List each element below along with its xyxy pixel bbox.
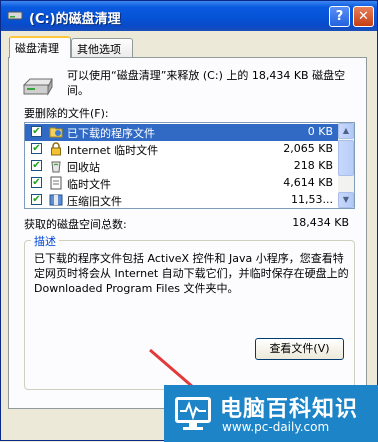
file-name: Internet 临时文件 [67,144,159,157]
checkbox[interactable]: ✔ [31,160,42,171]
list-scrollbar[interactable]: ▲ ▼ [338,123,354,208]
hard-drive-icon [22,78,53,96]
compress-icon [49,194,63,206]
view-files-button[interactable]: 查看文件(V) [255,338,344,360]
file-name: 临时文件 [67,178,111,191]
lock-icon [51,142,61,156]
checkbox[interactable]: ✔ [31,194,42,205]
description-text: 已下载的程序文件包括 ActiveX 控件和 Java 小程序，您查看特定网页时… [34,252,349,295]
help-button[interactable]: ? [329,6,350,27]
list-item[interactable]: ✔ 临时文件 4,614 KB [25,175,339,192]
file-size: 2,065 KB [283,142,333,155]
watermark-banner: 电脑百科知识 www.pc-daily.com [164,385,378,442]
checkbox[interactable]: ✔ [31,126,42,137]
files-listbox[interactable]: ✔ 已下载的程序文件 0 KB ✔ Internet 临时文件 2,065 KB… [24,122,355,209]
description-title: 描述 [31,233,59,249]
file-size: 218 KB [293,159,333,172]
scroll-thumb[interactable] [338,140,354,176]
title-bar[interactable]: (C:)的磁盘清理 ? ✕ [1,1,377,31]
checkbox[interactable]: ✔ [31,143,42,154]
files-to-delete-label: 要删除的文件(F): [24,107,109,120]
folder-icon [49,127,63,138]
file-name: 回收站 [67,161,100,174]
list-item[interactable]: ✔ 压缩旧文件 11,53... [25,192,339,208]
total-space-label: 获取的磁盘空间总数: [24,218,127,231]
total-space-value: 18,434 KB [292,216,349,229]
file-size: 11,53... [291,193,333,206]
close-button[interactable]: ✕ [353,6,374,27]
window-title: (C:)的磁盘清理 [29,12,121,27]
file-name: 压缩旧文件 [67,195,122,208]
watermark-url: www.pc-daily.com [222,420,330,434]
document-icon [50,176,62,190]
watermark-title: 电脑百科知识 [220,397,359,422]
disk-cleanup-window: (C:)的磁盘清理 ? ✕ 磁盘清理 其他选项 可以使用“磁盘清理”来释放 (C… [0,0,378,442]
scroll-up-button[interactable]: ▲ [338,123,354,139]
file-size: 0 KB [307,125,333,138]
list-item[interactable]: ✔ 已下载的程序文件 0 KB [25,124,339,141]
list-item[interactable]: ✔ Internet 临时文件 2,065 KB [25,141,339,158]
disk-cleanup-icon [7,11,23,20]
recycle-bin-icon [51,161,61,173]
intro-text: 可以使用“磁盘清理”来释放 (C:) 上的 18,434 KB 磁盘空间。 [67,69,346,97]
checkbox[interactable]: ✔ [31,177,42,188]
scroll-down-button[interactable]: ▼ [338,192,354,208]
list-item[interactable]: ✔ 回收站 218 KB [25,158,339,175]
monitor-logo-icon [175,397,211,430]
file-name: 已下载的程序文件 [67,127,155,140]
file-size: 4,614 KB [283,176,333,189]
tab-more-options[interactable]: 其他选项 [71,38,133,57]
tab-disk-cleanup[interactable]: 磁盘清理 [9,36,71,58]
